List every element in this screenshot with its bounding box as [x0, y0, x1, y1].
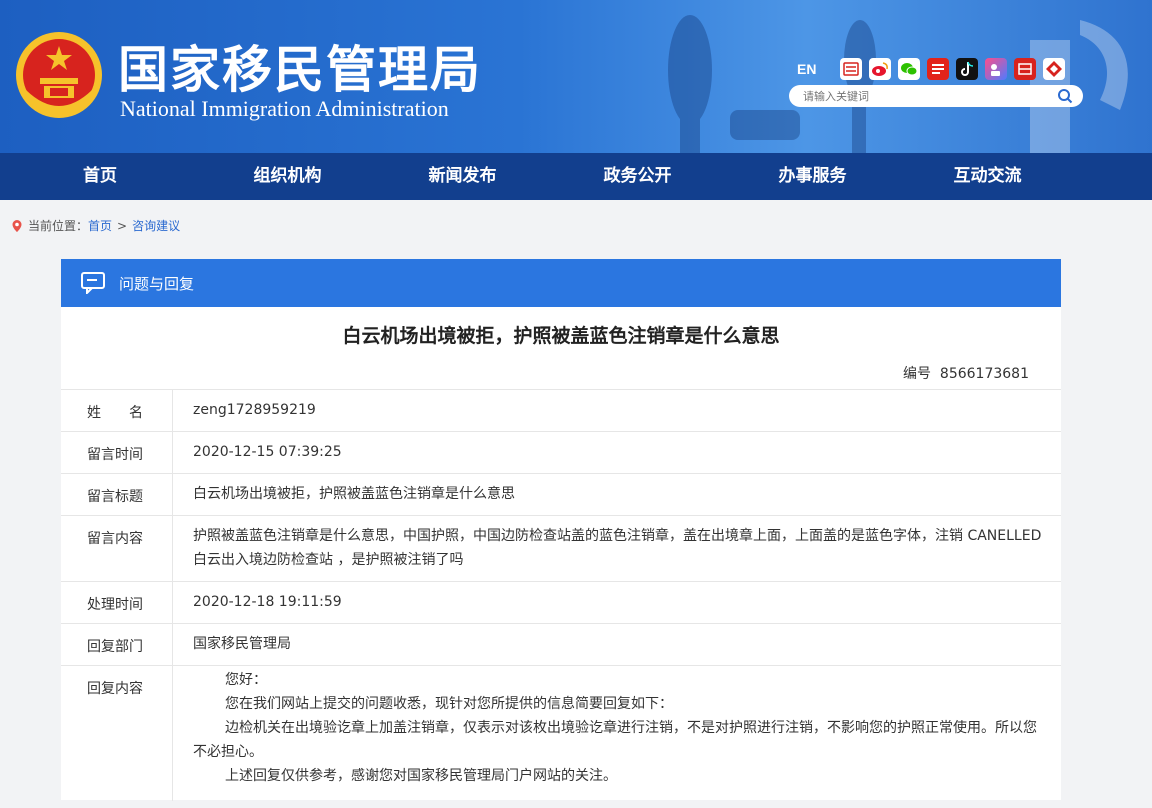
panel-header: 问题与回复 — [61, 259, 1061, 307]
table-row: 留言标题 白云机场出境被拒，护照被盖蓝色注销章是什么意思 — [61, 473, 1061, 515]
table-row: 姓 名 zeng1728959219 — [61, 389, 1061, 431]
app-icon[interactable] — [1043, 58, 1065, 80]
table-row: 处理时间 2020-12-18 19:11:59 — [61, 581, 1061, 623]
row-label-reply-department: 回复部门 — [61, 624, 173, 665]
nav-item-home[interactable]: 首页 — [0, 153, 200, 200]
row-value-name: zeng1728959219 — [193, 402, 316, 418]
serial-number: 编号 8566173681 — [903, 363, 1029, 383]
people-app-icon[interactable] — [1014, 58, 1036, 80]
mail-icon[interactable] — [840, 58, 862, 80]
row-label-message-content: 留言内容 — [61, 516, 173, 581]
panel-title: 问题与回复 — [119, 274, 195, 293]
search-input[interactable] — [803, 88, 1043, 104]
qa-panel: 问题与回复 白云机场出境被拒，护照被盖蓝色注销章是什么意思 编号 8566173… — [61, 259, 1061, 801]
table-row: 留言时间 2020-12-15 07:39:25 — [61, 431, 1061, 473]
row-value-reply-content: 您好： 您在我们网站上提交的问题收悉，现针对您所提供的信息简要回复如下： 边检机… — [173, 666, 1061, 801]
search-icon[interactable] — [1057, 88, 1073, 104]
table-row: 回复部门 国家移民管理局 — [61, 623, 1061, 665]
question-title: 白云机场出境被拒，护照被盖蓝色注销章是什么意思 — [342, 325, 780, 347]
table-row: 留言内容 护照被盖蓝色注销章是什么意思，中国护照，中国边防检查站盖的蓝色注销章，… — [61, 515, 1061, 581]
site-title-en: National Immigration Administration — [120, 96, 449, 121]
search-box — [789, 85, 1083, 107]
national-emblem-logo — [16, 32, 102, 118]
nav-item-news[interactable]: 新闻发布 — [375, 153, 550, 200]
wechat-icon[interactable] — [898, 58, 920, 80]
row-value-message-content: 护照被盖蓝色注销章是什么意思，中国护照，中国边防检查站盖的蓝色注销章，盖在出境章… — [193, 528, 1042, 568]
nav-item-organization[interactable]: 组织机构 — [200, 153, 375, 200]
douyin-icon[interactable] — [956, 58, 978, 80]
row-value-reply-department: 国家移民管理局 — [193, 636, 291, 652]
row-label-name: 姓 名 — [61, 390, 173, 431]
row-value-process-time: 2020-12-18 19:11:59 — [193, 594, 342, 610]
reply-greeting: 您好： — [225, 672, 267, 688]
site-header: 国家移民管理局 National Immigration Administrat… — [0, 0, 1152, 153]
toutiao-icon[interactable] — [927, 58, 949, 80]
breadcrumb-home-link[interactable]: 首页 — [88, 217, 112, 234]
breadcrumb-separator: > — [117, 218, 128, 233]
location-pin-icon — [12, 219, 22, 232]
row-value-message-title: 白云机场出境被拒，护照被盖蓝色注销章是什么意思 — [193, 486, 515, 502]
reply-paragraph-1: 您在我们网站上提交的问题收悉，现针对您所提供的信息简要回复如下： — [225, 696, 673, 712]
reply-paragraph-3: 上述回复仅供参考，感谢您对国家移民管理局门户网站的关注。 — [225, 768, 617, 784]
qa-table: 姓 名 zeng1728959219 留言时间 2020-12-15 07:39… — [61, 389, 1061, 801]
row-label-message-time: 留言时间 — [61, 432, 173, 473]
serial-label: 编号 — [903, 366, 932, 382]
main-nav: 首页 组织机构 新闻发布 政务公开 办事服务 互动交流 — [0, 153, 1152, 200]
nav-item-interaction[interactable]: 互动交流 — [900, 153, 1075, 200]
row-label-reply-content: 回复内容 — [61, 666, 173, 801]
breadcrumb: 当前位置： 首页 > 咨询建议 — [10, 217, 180, 234]
row-label-message-title: 留言标题 — [61, 474, 173, 515]
reply-paragraph-2: 边检机关在出境验讫章上加盖注销章，仅表示对该枚出境验讫章进行注销，不是对护照进行… — [193, 720, 1037, 760]
row-label-process-time: 处理时间 — [61, 582, 173, 623]
nav-item-government-affairs[interactable]: 政务公开 — [550, 153, 725, 200]
breadcrumb-label: 当前位置： — [28, 219, 89, 233]
nav-item-services[interactable]: 办事服务 — [725, 153, 900, 200]
language-switch-en[interactable]: EN — [797, 61, 816, 77]
message-icon — [81, 272, 105, 294]
weibo-icon[interactable] — [869, 58, 891, 80]
site-title-cn: 国家移民管理局 — [118, 41, 482, 99]
kuaishou-icon[interactable] — [985, 58, 1007, 80]
table-row: 回复内容 您好： 您在我们网站上提交的问题收悉，现针对您所提供的信息简要回复如下… — [61, 665, 1061, 801]
breadcrumb-current-link[interactable]: 咨询建议 — [132, 217, 180, 234]
serial-value: 8566173681 — [939, 366, 1029, 382]
row-value-message-time: 2020-12-15 07:39:25 — [193, 444, 342, 460]
